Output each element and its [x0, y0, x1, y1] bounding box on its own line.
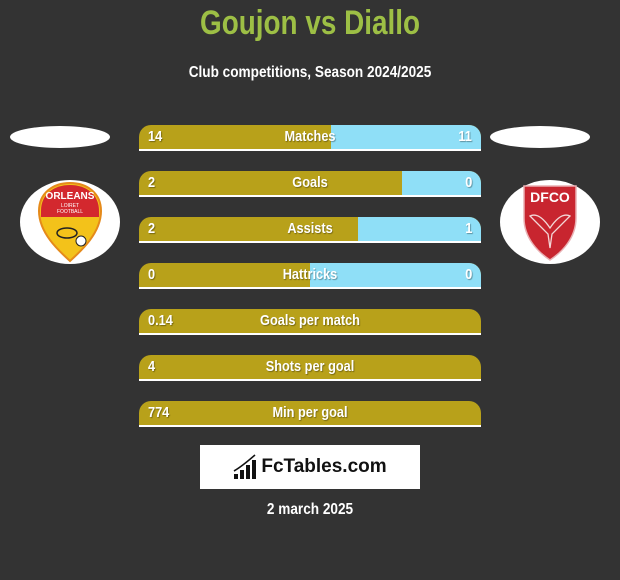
date-label: 2 march 2025 — [266, 501, 354, 518]
stat-row-goals: 2 Goals 0 — [139, 171, 481, 197]
right-value: 0 — [464, 174, 472, 191]
fctables-logo[interactable]: FcTables.com — [200, 445, 420, 489]
stat-label: Hattricks — [282, 266, 338, 283]
stat-label: Matches — [284, 128, 336, 145]
right-value: 1 — [464, 220, 472, 237]
stat-row-matches: 14 Matches 11 — [139, 125, 481, 151]
right-player-placeholder — [490, 126, 590, 148]
page-title: Goujon vs Diallo — [200, 4, 420, 42]
right-value: 0 — [464, 266, 472, 283]
dfco-badge-icon: DFCO — [523, 185, 577, 261]
badge-text-orleans: ORLEANS — [46, 191, 95, 202]
stat-label: Goals per match — [260, 312, 360, 329]
left-value: 2 — [148, 174, 156, 191]
left-player-placeholder — [10, 126, 110, 148]
page-subtitle: Club competitions, Season 2024/2025 — [188, 64, 432, 81]
stat-label: Min per goal — [272, 404, 348, 421]
stat-label: Assists — [287, 220, 333, 237]
bar-chart-icon — [233, 454, 257, 479]
left-value: 0 — [148, 266, 156, 283]
badge-text-dfco: DFCO — [530, 189, 570, 205]
orleans-badge-icon: ORLEANS LOIRET FOOTBALL — [37, 181, 103, 263]
stat-row-hattricks: 0 Hattricks 0 — [139, 263, 481, 289]
stat-row-min-per-goal: 774 Min per goal — [139, 401, 481, 427]
right-club-badge: DFCO — [500, 180, 600, 264]
left-value: 2 — [148, 220, 156, 237]
left-value: 14 — [148, 128, 163, 145]
stat-row-shots-per-goal: 4 Shots per goal — [139, 355, 481, 381]
stat-row-goals-per-match: 0.14 Goals per match — [139, 309, 481, 335]
stat-row-assists: 2 Assists 1 — [139, 217, 481, 243]
left-club-badge: ORLEANS LOIRET FOOTBALL — [20, 180, 120, 264]
right-value: 11 — [458, 128, 472, 145]
left-value: 4 — [148, 358, 156, 375]
brand-name: FcTables.com — [261, 456, 387, 477]
badge-text-football: FOOTBALL — [57, 209, 83, 215]
stat-label: Goals — [292, 174, 328, 191]
stats-comparison: 14 Matches 11 2 Goals 0 2 Assists 1 0 Ha… — [139, 125, 481, 447]
stat-label: Shots per goal — [265, 358, 355, 375]
